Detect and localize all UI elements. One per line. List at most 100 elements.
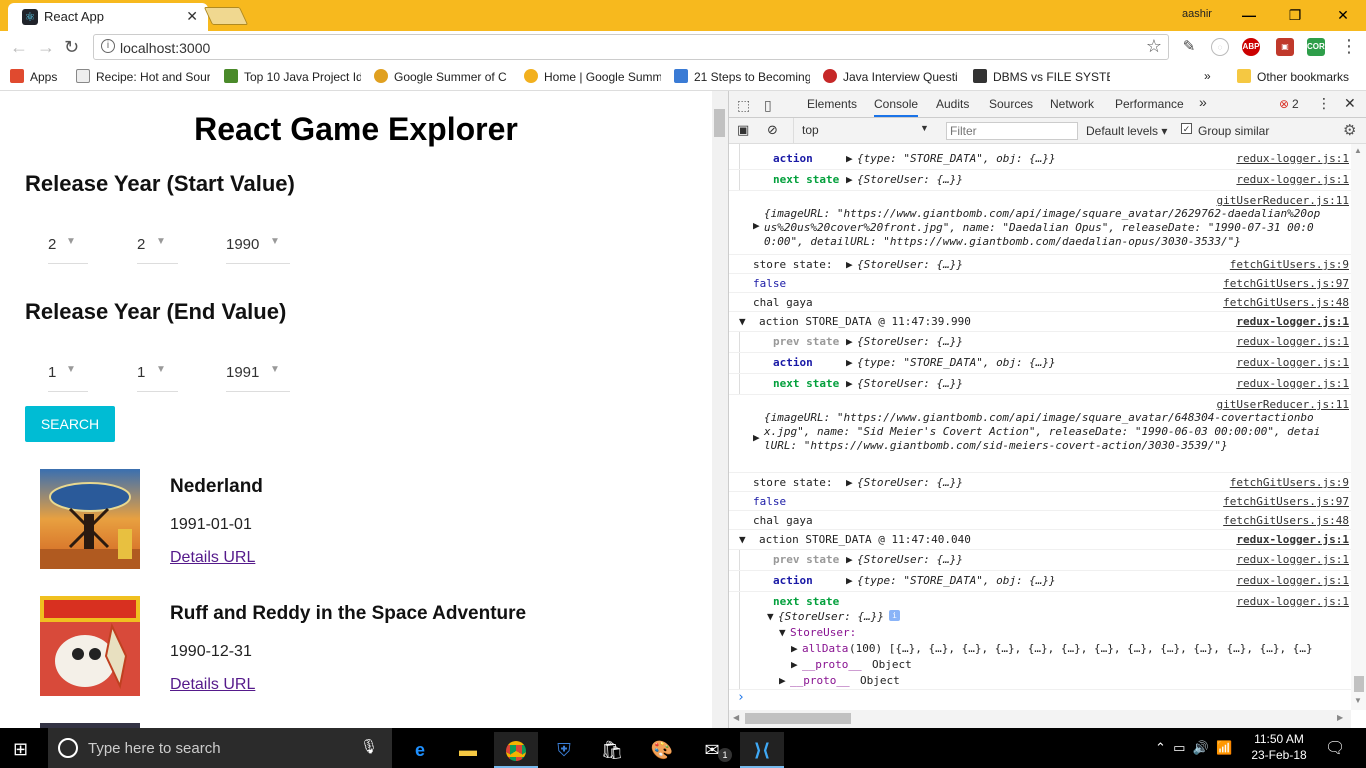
minimize-button[interactable]: — [1226,0,1272,31]
kebab-menu-icon[interactable]: ⋮ [1317,95,1331,112]
bookmarks-overflow-button[interactable]: » [1204,69,1211,83]
bookmark-item[interactable]: Top 10 Java Project Id [224,69,361,84]
scrollbar-thumb[interactable] [1354,676,1364,692]
expand-arrow-icon[interactable]: ▶ [753,431,760,444]
address-bar[interactable]: i localhost:3000 ☆ [93,34,1169,60]
file-explorer-icon[interactable]: ▬ [446,732,490,768]
back-button[interactable]: ← [10,37,28,58]
expand-arrow-icon[interactable]: ▶ [846,173,853,186]
store-icon[interactable]: 🛍 [590,732,634,768]
start-month-select[interactable]: 2 ▼ [137,226,178,264]
bookmark-item[interactable]: Java Interview Questi [823,69,960,84]
collapse-arrow-icon[interactable]: ▼ [739,533,746,546]
expand-arrow-icon[interactable]: ▶ [779,674,786,687]
bookmark-item[interactable]: 21 Steps to Becoming [674,69,810,84]
console-prompt[interactable]: › [729,690,1351,710]
chrome-icon[interactable] [494,732,538,768]
start-year-select[interactable]: 1990 ▼ [226,226,290,264]
defender-icon[interactable]: ⛨ [542,732,586,768]
eyedropper-icon[interactable]: ✎ [1180,38,1198,56]
clock[interactable]: 11:50 AM 23-Feb-18 [1250,731,1308,763]
context-select[interactable]: top ▼ [793,118,933,144]
expand-arrow-icon[interactable]: ▶ [846,377,853,390]
adblock-icon[interactable]: ABP [1242,38,1260,56]
group-similar-checkbox[interactable]: ✓ [1181,123,1192,134]
bookmark-item[interactable]: Google Summer of C [374,69,509,84]
bookmark-star-icon[interactable]: ☆ [1146,36,1162,57]
expand-arrow-icon[interactable]: ▶ [846,152,853,165]
more-tabs-button[interactable]: » [1199,94,1207,110]
browser-tab[interactable]: ⚛ React App ✕ [8,3,208,31]
bookmark-item[interactable]: Home | Google Summ [524,69,661,84]
tab-network[interactable]: Network [1050,97,1094,111]
extension-red-icon[interactable]: ▣ [1276,38,1294,56]
details-link[interactable]: Details URL [170,549,255,567]
page-scrollbar[interactable] [712,91,728,728]
vscode-icon[interactable]: ⟩⟨ [740,732,784,768]
end-year-select[interactable]: 1991 ▼ [226,354,290,392]
expand-arrow-icon[interactable]: ▶ [791,642,798,655]
reload-button[interactable]: ↻ [64,37,79,58]
collapse-arrow-icon[interactable]: ▼ [779,626,786,639]
close-devtools-icon[interactable]: ✕ [1344,95,1356,112]
close-window-button[interactable]: ✕ [1320,0,1366,31]
details-link[interactable]: Details URL [170,676,255,694]
filter-input[interactable] [946,122,1078,140]
microphone-icon[interactable]: 🎙 [360,738,378,755]
settings-gear-icon[interactable]: ⚙ [1343,121,1356,139]
close-icon[interactable]: ✕ [186,8,198,25]
tab-sources[interactable]: Sources [989,97,1033,111]
expand-arrow-icon[interactable]: ▶ [753,219,760,232]
expand-arrow-icon[interactable]: ▶ [846,335,853,348]
system-tray[interactable]: ⌃ ▭ 🔊 📶 [1155,740,1232,756]
expand-arrow-icon[interactable]: ▶ [846,553,853,566]
expand-arrow-icon[interactable]: ▶ [846,574,853,587]
forward-button[interactable]: → [37,37,55,58]
collapse-arrow-icon[interactable]: ▼ [767,610,774,623]
taskbar-search[interactable]: Type here to search 🎙 [48,728,392,768]
expand-arrow-icon[interactable]: ▶ [846,258,853,271]
start-day-select[interactable]: 2 ▼ [48,226,88,264]
search-button[interactable]: SEARCH [25,406,115,442]
scroll-up-icon[interactable]: ▲ [1354,146,1362,155]
info-badge-icon[interactable]: i [889,610,900,621]
log-group-header[interactable]: ▼ action STORE_DATA @ 11:47:39.990 redux… [729,312,1351,332]
notification-icon[interactable]: 🗨 [1325,738,1345,758]
new-tab-button[interactable] [203,7,249,25]
console-horizontal-scrollbar[interactable]: ◀ ▶ [729,710,1351,728]
bookmark-item[interactable]: DBMS vs FILE SYSTEM [973,69,1110,84]
bookmark-item[interactable]: Apps [10,69,70,84]
info-icon[interactable]: i [101,39,115,53]
tab-performance[interactable]: Performance [1115,97,1184,111]
expand-arrow-icon[interactable]: ▶ [791,658,798,671]
url-text[interactable]: localhost:3000 [120,40,210,56]
scrollbar-thumb[interactable] [745,713,851,724]
windows-start-icon[interactable]: ⊞ [13,739,28,760]
levels-select[interactable]: Default levels ▾ [1086,124,1167,138]
end-day-select[interactable]: 1 ▼ [48,354,88,392]
sidebar-toggle-icon[interactable]: ▣ [737,122,749,138]
expand-arrow-icon[interactable]: ▶ [846,476,853,489]
collapse-arrow-icon[interactable]: ▼ [739,315,746,328]
scroll-left-icon[interactable]: ◀ [733,713,739,722]
log-group-header[interactable]: ▼ action STORE_DATA @ 11:47:40.040 redux… [729,530,1351,550]
expand-arrow-icon[interactable]: ▶ [846,356,853,369]
scrollbar-thumb[interactable] [714,109,725,137]
scroll-right-icon[interactable]: ▶ [1337,713,1343,722]
menu-icon[interactable]: ⋮ [1340,36,1358,57]
maximize-button[interactable]: ❐ [1272,0,1318,31]
clear-console-icon[interactable]: ⊘ [767,122,778,138]
tab-audits[interactable]: Audits [936,97,969,111]
profile-name[interactable]: aashir [1182,8,1212,20]
device-toolbar-icon[interactable]: ▯ [764,97,772,114]
error-icon[interactable]: ⊗ [1279,97,1289,111]
end-month-select[interactable]: 1 ▼ [137,354,178,392]
error-count[interactable]: 2 [1292,97,1299,111]
paint-icon[interactable]: 🎨 [640,732,684,768]
console-scrollbar[interactable]: ▲ ▼ [1351,144,1366,710]
inspect-element-icon[interactable]: ⬚ [737,97,750,114]
extension-icon[interactable]: ◌ [1211,38,1229,56]
tab-console[interactable]: Console [874,97,919,117]
other-bookmarks[interactable]: Other bookmarks [1237,69,1349,84]
tab-elements[interactable]: Elements [807,97,857,111]
